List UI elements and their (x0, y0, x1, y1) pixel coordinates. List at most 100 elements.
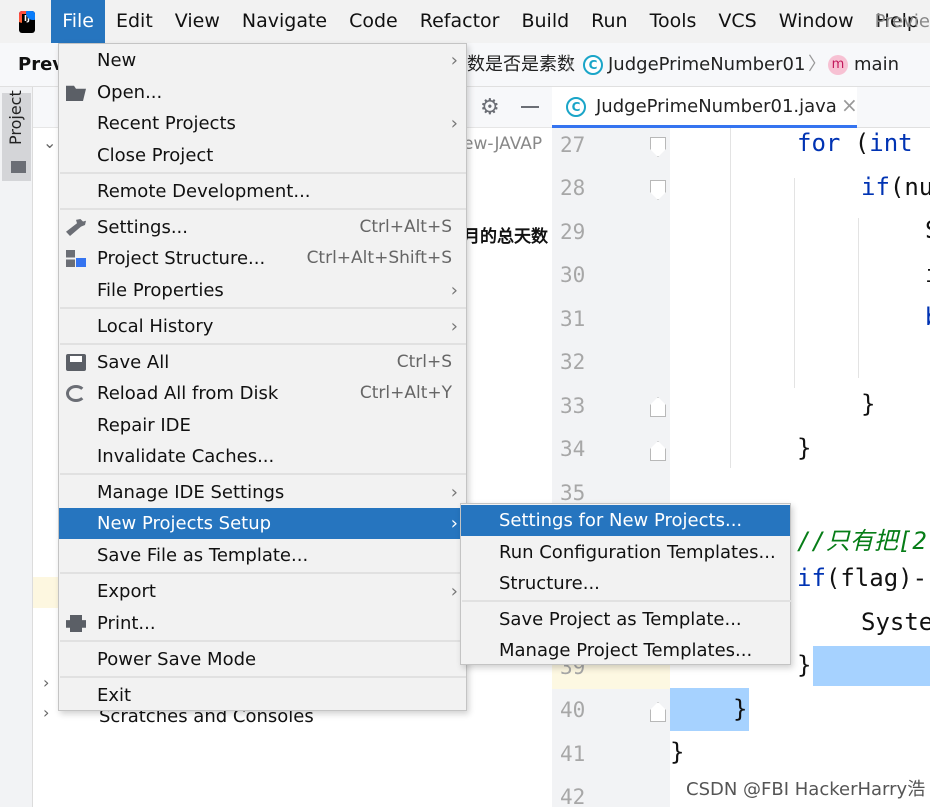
code-line-29: S (925, 216, 930, 244)
close-icon[interactable]: × (841, 93, 858, 117)
menu-item-power-save-mode[interactable]: Power Save Mode (59, 644, 466, 675)
code-line-27: for (int (797, 129, 913, 157)
breadcrumb-separator: 〉 (566, 54, 584, 75)
project-structure-icon (66, 250, 86, 267)
menu-item-export[interactable]: Export › (59, 576, 466, 607)
line-number: 29 (560, 220, 586, 244)
menu-item-manage-project-templates[interactable]: Manage Project Templates... (461, 635, 790, 666)
menu-separator (60, 307, 466, 309)
method-icon: m (828, 55, 848, 75)
minimize-icon[interactable] (521, 106, 539, 108)
text-selection (813, 646, 930, 686)
code-line-30: i (925, 260, 930, 288)
code-line-34: } (797, 434, 812, 462)
line-number: 31 (560, 307, 586, 331)
menu-item-file-properties[interactable]: File Properties › (59, 275, 466, 306)
chevron-right-icon: › (450, 316, 458, 337)
reload-icon (66, 385, 86, 402)
menu-item-invalidate-caches[interactable]: Invalidate Caches... (59, 441, 466, 472)
menu-item-project-structure[interactable]: Project Structure... Ctrl+Alt+Shift+S (59, 243, 466, 274)
menu-file[interactable]: File (51, 0, 105, 43)
menu-navigate[interactable]: Navigate (231, 0, 338, 43)
line-number: 41 (560, 742, 586, 766)
chevron-right-icon: › (450, 113, 458, 134)
menu-item-print[interactable]: Print... (59, 608, 466, 639)
line-number: 28 (560, 176, 586, 200)
menu-vcs[interactable]: VCS (707, 0, 767, 43)
menu-item-repair-ide[interactable]: Repair IDE (59, 410, 466, 441)
window-title-preview: Previe (874, 11, 930, 32)
line-number: 30 (560, 263, 586, 287)
menu-item-structure[interactable]: Structure... (461, 568, 790, 599)
breadcrumb-method[interactable]: main (854, 43, 899, 87)
file-menu: New › Open... Recent Projects › Close Pr… (58, 43, 467, 711)
code-line-41: } (670, 738, 685, 766)
code-line-38: Syste (861, 608, 930, 636)
code-line-39: } (797, 651, 812, 679)
menu-edit[interactable]: Edit (105, 0, 164, 43)
chevron-right-icon: › (450, 280, 458, 301)
menu-item-save-file-as-template[interactable]: Save File as Template... (59, 540, 466, 571)
menu-item-new[interactable]: New › (59, 45, 466, 76)
line-number: 27 (560, 133, 586, 157)
menu-run[interactable]: Run (580, 0, 638, 43)
menu-separator (60, 208, 466, 210)
wrench-icon (66, 219, 86, 236)
menu-separator (60, 676, 466, 678)
menu-item-new-projects-setup[interactable]: New Projects Setup › (59, 508, 466, 539)
chevron-right-icon: › (450, 482, 458, 503)
chevron-down-icon[interactable]: ⌄ (43, 133, 56, 152)
chevron-right-icon: › (450, 50, 458, 71)
menu-item-close-project[interactable]: Close Project (59, 140, 466, 171)
menu-view[interactable]: View (164, 0, 231, 43)
chevron-right-icon[interactable]: › (43, 673, 49, 692)
chevron-right-icon: › (450, 513, 458, 534)
line-number: 40 (560, 698, 586, 722)
menu-window[interactable]: Window (768, 0, 865, 43)
project-tool-tab[interactable]: Project (2, 90, 31, 181)
code-line-31: b (925, 303, 930, 331)
menu-bar: IJ File Edit View Navigate Code Refactor… (0, 0, 930, 43)
editor-tab[interactable]: C JudgePrimeNumber01.java × (552, 87, 858, 128)
class-icon: C (583, 55, 603, 75)
menu-item-settings-for-new-projects[interactable]: Settings for New Projects... (461, 505, 790, 536)
gear-icon[interactable]: ⚙ (480, 95, 500, 120)
menu-refactor[interactable]: Refactor (409, 0, 511, 43)
menu-tools[interactable]: Tools (639, 0, 708, 43)
menu-item-run-configuration-templates[interactable]: Run Configuration Templates... (461, 537, 790, 568)
new-projects-setup-submenu: Settings for New Projects... Run Configu… (460, 503, 791, 665)
code-line-37: if(flag)- (797, 564, 928, 592)
save-icon (66, 354, 86, 371)
menu-separator (60, 473, 466, 475)
line-number: 32 (560, 350, 586, 374)
menu-separator (60, 640, 466, 642)
code-line-28: if(nu (861, 173, 930, 201)
breadcrumb-class[interactable]: JudgePrimeNumber01 (608, 43, 805, 87)
editor-tab-label: JudgePrimeNumber01.java (596, 96, 837, 117)
menu-item-recent-projects[interactable]: Recent Projects › (59, 108, 466, 139)
breadcrumb-folder[interactable]: 数是否是素数 (467, 43, 575, 87)
line-number: 42 (560, 785, 586, 807)
menu-item-save-project-as-template[interactable]: Save Project as Template... (461, 604, 790, 635)
menu-item-reload-all[interactable]: Reload All from Disk Ctrl+Alt+Y (59, 378, 466, 409)
tree-item-path[interactable]: ew-JAVAP (463, 134, 542, 154)
menu-separator (462, 600, 791, 602)
menu-item-manage-ide-settings[interactable]: Manage IDE Settings › (59, 477, 466, 508)
menu-item-open[interactable]: Open... (59, 77, 466, 108)
menu-build[interactable]: Build (510, 0, 580, 43)
line-number: 35 (560, 481, 586, 505)
menu-item-exit[interactable]: Exit (59, 680, 466, 711)
editor-tab-bar: C JudgePrimeNumber01.java × (552, 87, 930, 128)
chevron-right-icon: › (450, 581, 458, 602)
menu-item-settings[interactable]: Settings... Ctrl+Alt+S (59, 212, 466, 243)
menu-item-save-all[interactable]: Save All Ctrl+S (59, 347, 466, 378)
line-number: 34 (560, 437, 586, 461)
menu-code[interactable]: Code (338, 0, 409, 43)
menu-item-local-history[interactable]: Local History › (59, 311, 466, 342)
tree-item-file[interactable]: 月的总天数 (463, 222, 548, 247)
menu-item-remote-development[interactable]: Remote Development... (59, 176, 466, 207)
intellij-logo-icon: IJ (19, 10, 36, 33)
chevron-right-icon[interactable]: › (43, 703, 49, 722)
project-tab-label: Project (6, 90, 25, 145)
code-editor[interactable]: for (int if(nu S i b } } //只有把[2 if(flag… (670, 128, 930, 807)
